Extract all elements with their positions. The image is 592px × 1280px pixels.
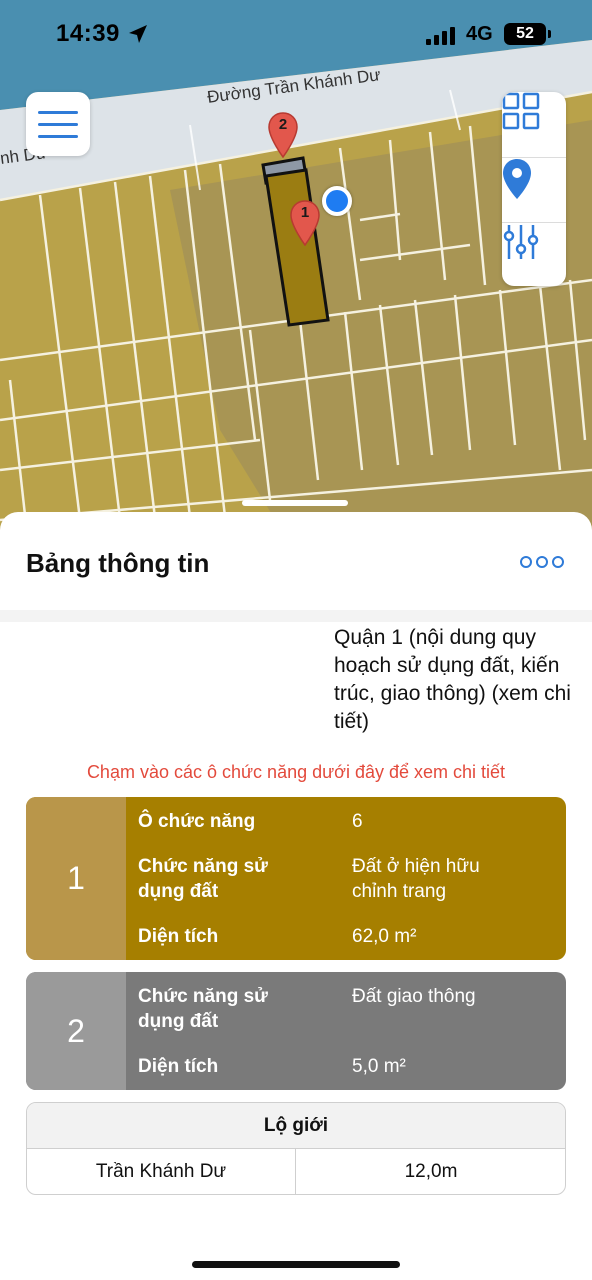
status-bar: 14:39 4G 52 [0, 0, 592, 70]
row-value: 62,0 m² [352, 926, 417, 947]
road-boundary-table: Lộ giới Trần Khánh Dư 12,0m [26, 1102, 566, 1195]
map-tools-panel [502, 92, 566, 286]
row-label: Diện tích [138, 926, 219, 947]
hamburger-menu-icon [38, 111, 78, 114]
function-card-1[interactable]: 1 Ô chức năng 6 Chức năng sử dụng đất Đấ… [26, 797, 566, 960]
pin-number: 2 [278, 116, 288, 133]
dot [552, 556, 564, 568]
location-pin-icon [503, 159, 531, 199]
status-time: 14:39 [56, 20, 120, 47]
divider [0, 610, 592, 622]
hamburger-line [38, 135, 78, 138]
grid-layers-icon [502, 92, 540, 130]
map-view[interactable]: Đường Trần Khánh Dư nh Dư 2 1 [0, 0, 592, 560]
district-link[interactable]: Quận 1 (nội dung quy hoạch sử dụng đất, … [334, 624, 584, 736]
signal-bars-icon [426, 27, 455, 45]
row-value: Đất ở hiện hữu chỉnh trang [352, 856, 480, 902]
battery-indicator: 52 [504, 23, 551, 45]
more-options-button[interactable] [520, 556, 564, 570]
card-index: 1 [26, 797, 126, 960]
sheet-grabber[interactable] [242, 500, 348, 506]
filter-button[interactable] [502, 222, 566, 286]
table-cell-width: 12,0m [404, 1161, 458, 1182]
dot [536, 556, 548, 568]
hamburger-line [38, 123, 78, 126]
function-card-2[interactable]: 2 Chức năng sử dụng đất Đất giao thông D… [26, 972, 566, 1090]
network-type: 4G [466, 23, 493, 45]
row-value: 6 [352, 811, 363, 832]
card-index: 2 [26, 972, 126, 1090]
row-label: Diện tích [138, 1056, 219, 1077]
sheet-title: Bảng thông tin [26, 548, 210, 578]
user-location-dot [322, 186, 352, 216]
table-cell-road: Trần Khánh Dư [27, 1149, 296, 1194]
more-dots-icon [520, 556, 532, 568]
location-arrow-icon [129, 25, 147, 43]
row-label: Chức năng sử dụng đất [138, 986, 268, 1032]
home-indicator[interactable] [192, 1261, 400, 1268]
row-value: Đất giao thông [352, 986, 476, 1007]
row-label: Chức năng sử dụng đất [138, 856, 268, 902]
hint-text: Chạm vào các ô chức năng dưới đây để xem… [86, 762, 506, 782]
my-location-button[interactable] [502, 157, 566, 221]
pin-number: 1 [300, 204, 310, 221]
layers-button[interactable] [502, 92, 566, 156]
row-label: Ô chức năng [138, 811, 256, 832]
sliders-icon [503, 225, 539, 259]
info-sheet: Bảng thông tin Quận 1 (nội dung quy hoạc… [0, 512, 592, 1280]
table-header: Lộ giới [27, 1103, 565, 1149]
menu-button[interactable] [26, 92, 90, 156]
row-value: 5,0 m² [352, 1056, 406, 1077]
